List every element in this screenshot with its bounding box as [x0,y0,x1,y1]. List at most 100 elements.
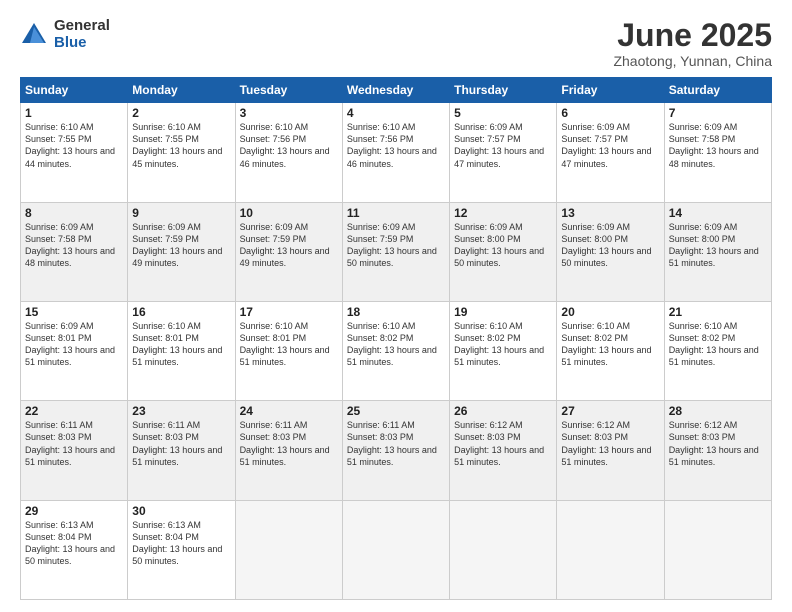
table-row: 4Sunrise: 6:10 AMSunset: 7:56 PMDaylight… [342,103,449,202]
col-tuesday: Tuesday [235,78,342,103]
table-row: 30Sunrise: 6:13 AMSunset: 8:04 PMDayligh… [128,500,235,599]
month-title: June 2025 [613,18,772,53]
table-row: 1Sunrise: 6:10 AMSunset: 7:55 PMDaylight… [21,103,128,202]
day-info: Sunrise: 6:10 AMSunset: 8:02 PMDaylight:… [561,320,659,369]
day-number: 24 [240,404,338,418]
day-number: 26 [454,404,552,418]
table-row: 12Sunrise: 6:09 AMSunset: 8:00 PMDayligh… [450,202,557,301]
day-info: Sunrise: 6:09 AMSunset: 7:58 PMDaylight:… [669,121,767,170]
day-number: 7 [669,106,767,120]
day-number: 23 [132,404,230,418]
table-row: 19Sunrise: 6:10 AMSunset: 8:02 PMDayligh… [450,301,557,400]
day-number: 19 [454,305,552,319]
table-row: 14Sunrise: 6:09 AMSunset: 8:00 PMDayligh… [664,202,771,301]
table-row: 29Sunrise: 6:13 AMSunset: 8:04 PMDayligh… [21,500,128,599]
day-number: 1 [25,106,123,120]
calendar-header-row: Sunday Monday Tuesday Wednesday Thursday… [21,78,772,103]
table-row [342,500,449,599]
day-number: 4 [347,106,445,120]
day-number: 17 [240,305,338,319]
table-row: 3Sunrise: 6:10 AMSunset: 7:56 PMDaylight… [235,103,342,202]
day-info: Sunrise: 6:10 AMSunset: 7:55 PMDaylight:… [132,121,230,170]
day-info: Sunrise: 6:10 AMSunset: 7:56 PMDaylight:… [347,121,445,170]
day-info: Sunrise: 6:09 AMSunset: 8:01 PMDaylight:… [25,320,123,369]
day-info: Sunrise: 6:13 AMSunset: 8:04 PMDaylight:… [25,519,123,568]
table-row: 23Sunrise: 6:11 AMSunset: 8:03 PMDayligh… [128,401,235,500]
table-row: 6Sunrise: 6:09 AMSunset: 7:57 PMDaylight… [557,103,664,202]
page: General Blue June 2025 Zhaotong, Yunnan,… [0,0,792,612]
logo-text: General Blue [54,18,110,51]
calendar-week-row: 8Sunrise: 6:09 AMSunset: 7:58 PMDaylight… [21,202,772,301]
header: General Blue June 2025 Zhaotong, Yunnan,… [20,18,772,69]
day-info: Sunrise: 6:09 AMSunset: 7:57 PMDaylight:… [454,121,552,170]
day-info: Sunrise: 6:09 AMSunset: 7:59 PMDaylight:… [240,221,338,270]
table-row: 18Sunrise: 6:10 AMSunset: 8:02 PMDayligh… [342,301,449,400]
day-info: Sunrise: 6:13 AMSunset: 8:04 PMDaylight:… [132,519,230,568]
day-info: Sunrise: 6:10 AMSunset: 7:55 PMDaylight:… [25,121,123,170]
day-info: Sunrise: 6:09 AMSunset: 8:00 PMDaylight:… [669,221,767,270]
col-friday: Friday [557,78,664,103]
table-row [557,500,664,599]
table-row: 7Sunrise: 6:09 AMSunset: 7:58 PMDaylight… [664,103,771,202]
day-number: 9 [132,206,230,220]
col-thursday: Thursday [450,78,557,103]
calendar-week-row: 22Sunrise: 6:11 AMSunset: 8:03 PMDayligh… [21,401,772,500]
day-number: 28 [669,404,767,418]
table-row: 15Sunrise: 6:09 AMSunset: 8:01 PMDayligh… [21,301,128,400]
calendar-week-row: 15Sunrise: 6:09 AMSunset: 8:01 PMDayligh… [21,301,772,400]
table-row: 25Sunrise: 6:11 AMSunset: 8:03 PMDayligh… [342,401,449,500]
day-info: Sunrise: 6:10 AMSunset: 8:01 PMDaylight:… [132,320,230,369]
day-info: Sunrise: 6:09 AMSunset: 7:59 PMDaylight:… [132,221,230,270]
day-info: Sunrise: 6:11 AMSunset: 8:03 PMDaylight:… [347,419,445,468]
calendar-week-row: 29Sunrise: 6:13 AMSunset: 8:04 PMDayligh… [21,500,772,599]
col-monday: Monday [128,78,235,103]
table-row [664,500,771,599]
day-info: Sunrise: 6:10 AMSunset: 8:02 PMDaylight:… [669,320,767,369]
day-number: 22 [25,404,123,418]
day-number: 5 [454,106,552,120]
logo-icon [20,21,48,49]
table-row: 2Sunrise: 6:10 AMSunset: 7:55 PMDaylight… [128,103,235,202]
day-info: Sunrise: 6:11 AMSunset: 8:03 PMDaylight:… [132,419,230,468]
col-sunday: Sunday [21,78,128,103]
day-number: 16 [132,305,230,319]
day-number: 11 [347,206,445,220]
table-row: 17Sunrise: 6:10 AMSunset: 8:01 PMDayligh… [235,301,342,400]
day-number: 27 [561,404,659,418]
table-row: 9Sunrise: 6:09 AMSunset: 7:59 PMDaylight… [128,202,235,301]
day-info: Sunrise: 6:10 AMSunset: 7:56 PMDaylight:… [240,121,338,170]
day-number: 25 [347,404,445,418]
table-row: 22Sunrise: 6:11 AMSunset: 8:03 PMDayligh… [21,401,128,500]
day-number: 10 [240,206,338,220]
table-row [450,500,557,599]
table-row: 16Sunrise: 6:10 AMSunset: 8:01 PMDayligh… [128,301,235,400]
table-row: 24Sunrise: 6:11 AMSunset: 8:03 PMDayligh… [235,401,342,500]
table-row [235,500,342,599]
logo-blue-text: Blue [54,35,110,52]
day-info: Sunrise: 6:12 AMSunset: 8:03 PMDaylight:… [669,419,767,468]
table-row: 8Sunrise: 6:09 AMSunset: 7:58 PMDaylight… [21,202,128,301]
day-info: Sunrise: 6:12 AMSunset: 8:03 PMDaylight:… [561,419,659,468]
table-row: 28Sunrise: 6:12 AMSunset: 8:03 PMDayligh… [664,401,771,500]
day-number: 12 [454,206,552,220]
logo: General Blue [20,18,110,51]
day-info: Sunrise: 6:09 AMSunset: 7:58 PMDaylight:… [25,221,123,270]
col-wednesday: Wednesday [342,78,449,103]
day-number: 6 [561,106,659,120]
day-number: 2 [132,106,230,120]
day-info: Sunrise: 6:09 AMSunset: 7:59 PMDaylight:… [347,221,445,270]
table-row: 27Sunrise: 6:12 AMSunset: 8:03 PMDayligh… [557,401,664,500]
calendar-week-row: 1Sunrise: 6:10 AMSunset: 7:55 PMDaylight… [21,103,772,202]
day-number: 8 [25,206,123,220]
day-info: Sunrise: 6:11 AMSunset: 8:03 PMDaylight:… [25,419,123,468]
calendar-table: Sunday Monday Tuesday Wednesday Thursday… [20,77,772,600]
logo-general-text: General [54,18,110,35]
day-info: Sunrise: 6:09 AMSunset: 7:57 PMDaylight:… [561,121,659,170]
location-subtitle: Zhaotong, Yunnan, China [613,53,772,69]
day-info: Sunrise: 6:10 AMSunset: 8:01 PMDaylight:… [240,320,338,369]
day-number: 21 [669,305,767,319]
table-row: 10Sunrise: 6:09 AMSunset: 7:59 PMDayligh… [235,202,342,301]
day-info: Sunrise: 6:10 AMSunset: 8:02 PMDaylight:… [454,320,552,369]
day-number: 18 [347,305,445,319]
col-saturday: Saturday [664,78,771,103]
